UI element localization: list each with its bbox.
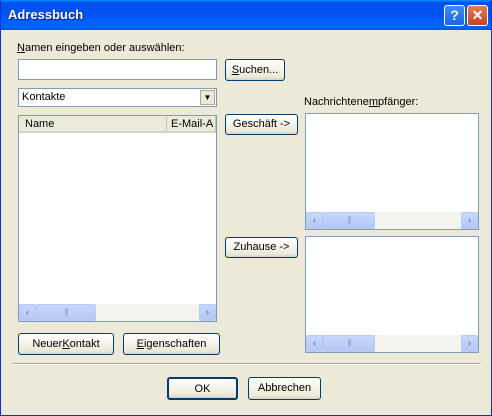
business-hscrollbar[interactable]: ‹ ||| › [306, 212, 478, 229]
home-hscrollbar[interactable]: ‹ ||| › [306, 335, 478, 352]
add-business-button[interactable]: Geschäft -> [225, 114, 298, 135]
ok-button[interactable]: OK [167, 377, 238, 400]
address-book-dialog: Adressbuch ? ✕ Namen eingeben oder auswä… [0, 0, 492, 416]
scroll-right-icon[interactable]: › [461, 212, 478, 229]
cancel-button[interactable]: Abbrechen [248, 377, 321, 400]
scroll-thumb[interactable]: ||| [323, 335, 375, 352]
help-button[interactable]: ? [444, 5, 465, 26]
divider [12, 363, 481, 365]
scroll-right-icon[interactable]: › [199, 304, 216, 321]
source-dropdown-value: Kontakte [22, 91, 66, 103]
contacts-hscrollbar[interactable]: ‹ ||| › [19, 304, 216, 321]
search-button[interactable]: Suchen... [225, 59, 285, 81]
source-dropdown[interactable]: Kontakte ▼ [18, 88, 217, 107]
new-contact-button[interactable]: Neuer Kontakt [18, 333, 114, 355]
search-label: Namen eingeben oder auswählen: [17, 42, 185, 54]
search-input[interactable] [18, 59, 217, 80]
column-header-email[interactable]: E-Mail-A [167, 116, 216, 133]
contacts-list[interactable]: Name E-Mail-A ‹ ||| › [18, 115, 217, 322]
scroll-left-icon[interactable]: ‹ [19, 304, 36, 321]
add-home-button[interactable]: Zuhause -> [225, 237, 298, 258]
close-icon: ✕ [471, 7, 484, 23]
title-bar[interactable]: Adressbuch ? ✕ [1, 0, 491, 30]
help-icon: ? [450, 7, 459, 23]
recipients-label: Nachrichtenempfänger: [304, 96, 419, 108]
properties-button[interactable]: Eigenschaften [123, 333, 220, 355]
window-title: Adressbuch [8, 7, 84, 22]
scroll-right-icon[interactable]: › [461, 335, 478, 352]
home-recipients-list[interactable]: ‹ ||| › [305, 236, 479, 353]
business-recipients-list[interactable]: ‹ ||| › [305, 113, 479, 230]
scroll-thumb[interactable]: ||| [36, 304, 96, 321]
column-header-name[interactable]: Name [19, 116, 167, 133]
close-button[interactable]: ✕ [467, 5, 488, 26]
chevron-down-icon[interactable]: ▼ [200, 90, 215, 105]
scroll-left-icon[interactable]: ‹ [306, 212, 323, 229]
scroll-left-icon[interactable]: ‹ [306, 335, 323, 352]
scroll-thumb[interactable]: ||| [323, 212, 375, 229]
